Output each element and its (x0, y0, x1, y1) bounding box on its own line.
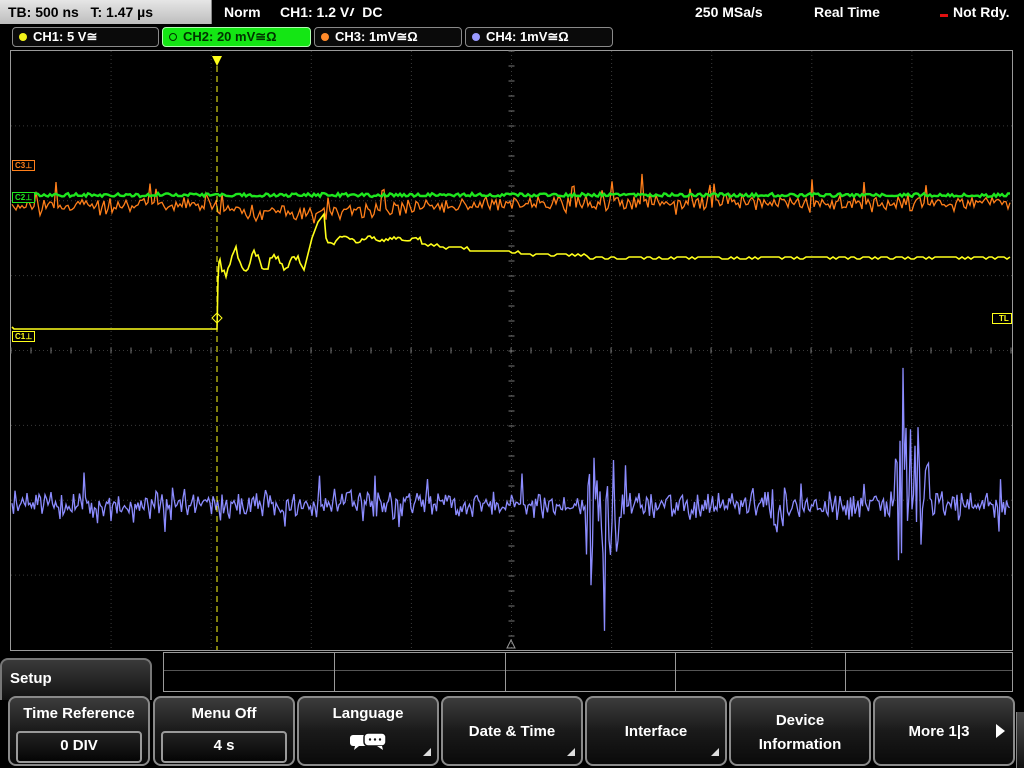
menu-title: Setup (10, 670, 52, 687)
softkey-label: Device (775, 712, 825, 729)
language-button[interactable]: Language (297, 696, 439, 766)
menu-title-tab: Setup (0, 658, 152, 700)
submenu-corner-icon (567, 748, 575, 756)
speech-bubbles-icon (350, 732, 387, 750)
trigger-position-marker-icon (212, 56, 222, 66)
arrow-right-icon (996, 724, 1005, 738)
submenu-corner-icon (423, 748, 431, 756)
softkey-label: Time Reference (23, 705, 135, 722)
ch2-offset-marker[interactable]: C2⊥ (12, 192, 36, 203)
softkey-label: Interface (624, 723, 688, 740)
ch3-offset-marker[interactable]: C3⊥ (12, 160, 36, 171)
trigger-level-marker[interactable]: TL (992, 313, 1012, 324)
time-reference-value: 0 DIV (16, 731, 142, 763)
menu-off-value: 4 s (161, 731, 287, 763)
softkey-label: Menu Off (191, 705, 257, 722)
overview-bar (163, 652, 1013, 692)
interface-button[interactable]: Interface (585, 696, 727, 766)
menu-off-button[interactable]: Menu Off 4 s (153, 696, 295, 766)
softkey-label-line2: Information (758, 736, 842, 753)
device-information-button[interactable]: Device Information (729, 696, 871, 766)
softkey-label: More 1|3 (908, 723, 970, 740)
date-time-button[interactable]: Date & Time (441, 696, 583, 766)
menu-scroll-strip (1016, 712, 1024, 768)
softkey-label: Language (332, 705, 404, 722)
ch2-trace (12, 190, 1010, 199)
ch1-offset-marker[interactable]: C1⊥ (12, 331, 36, 342)
time-reference-button[interactable]: Time Reference 0 DIV (8, 696, 150, 766)
submenu-corner-icon (711, 748, 719, 756)
softkey-label: Date & Time (468, 723, 556, 740)
more-button[interactable]: More 1|3 (873, 696, 1015, 766)
